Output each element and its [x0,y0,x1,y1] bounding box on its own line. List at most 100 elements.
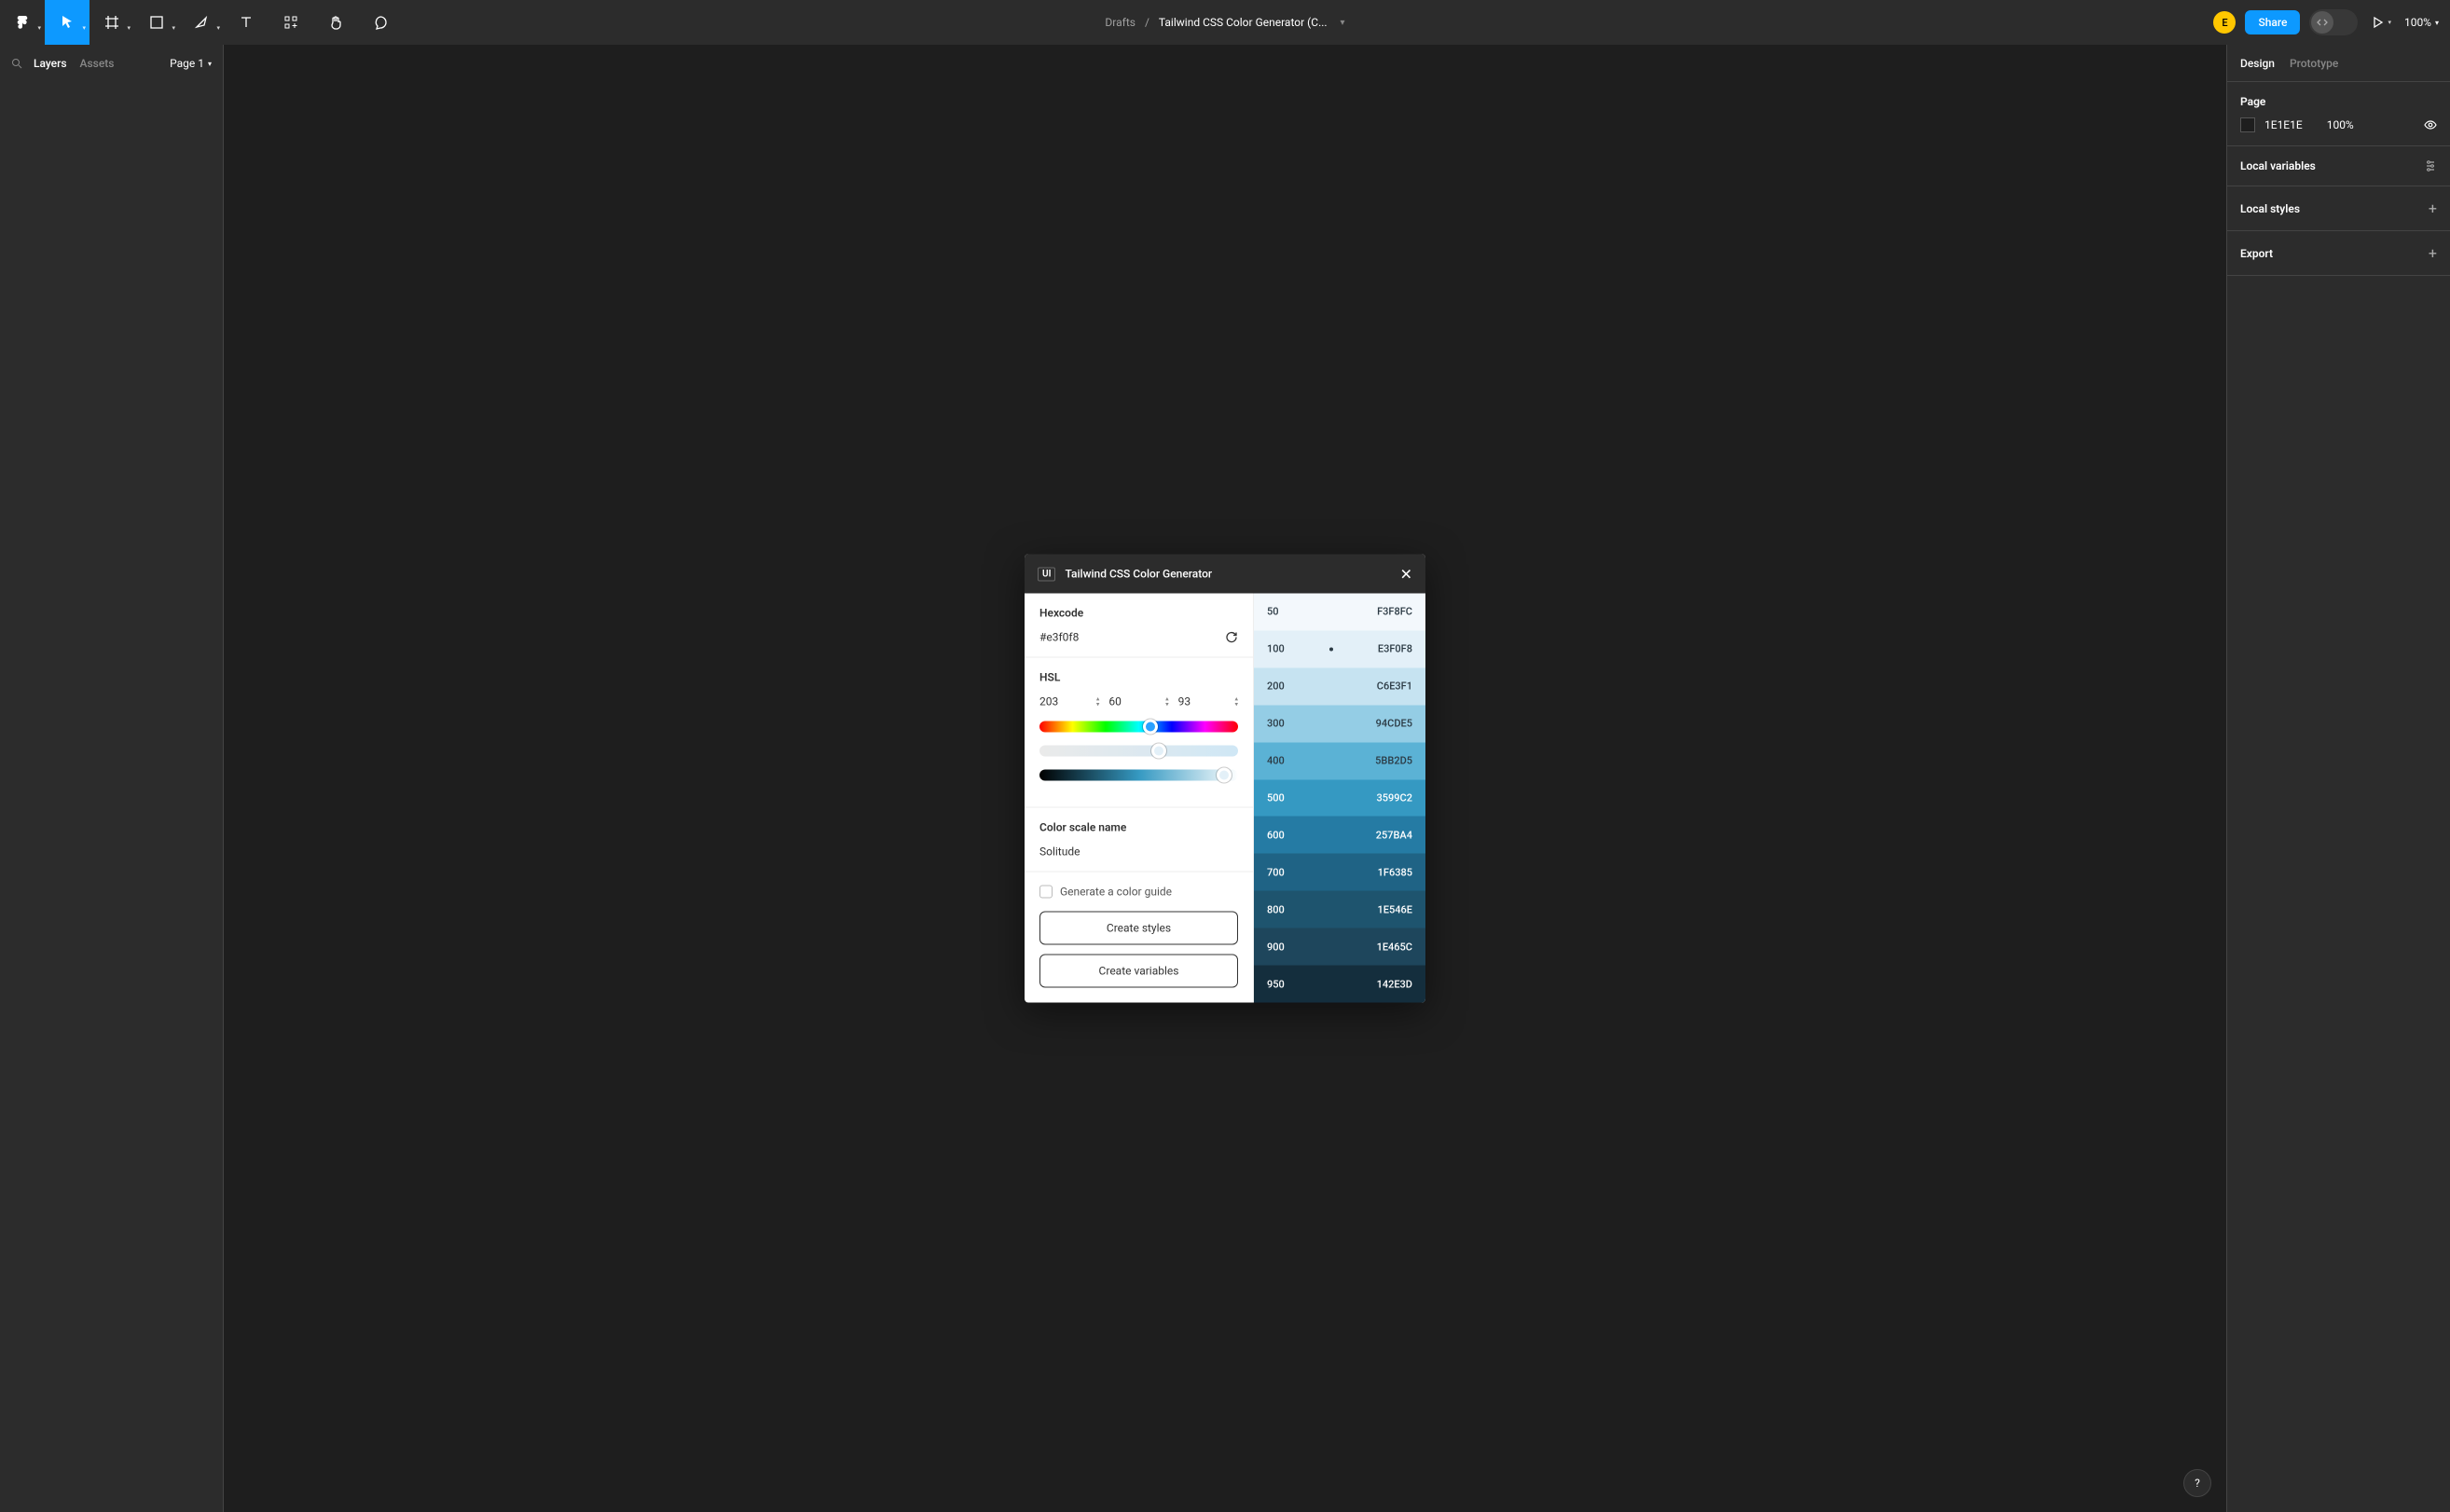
chevron-down-icon: ▾ [37,24,41,32]
plugin-dialog: UI Tailwind CSS Color Generator ✕ Hexcod… [1025,555,1425,1003]
generate-guide-label: Generate a color guide [1060,886,1172,899]
text-tool-button[interactable] [224,0,268,45]
zoom-dropdown[interactable]: 100% ▾ [2404,16,2439,29]
cursor-icon [60,15,75,30]
scale-hex: 94CDE5 [1376,718,1412,730]
hue-slider[interactable] [1039,722,1238,733]
color-scale: 50 F3F8FC 100 E3F0F8 200 C6E3F1 300 94CDE5 4005B… [1254,594,1425,1003]
scale-row-50[interactable]: 50 F3F8FC [1254,594,1425,631]
scale-hex: 1E465C [1377,941,1412,953]
chevron-down-icon: ▾ [208,60,212,68]
resources-button[interactable] [268,0,313,45]
present-button[interactable]: ▾ [2367,0,2395,45]
chevron-down-icon[interactable]: ▾ [1341,18,1345,28]
search-icon[interactable] [11,58,22,69]
checkbox-icon [1039,886,1053,899]
canvas[interactable]: UI Tailwind CSS Color Generator ✕ Hexcod… [224,45,2226,1512]
main-menu-button[interactable]: ▾ [0,0,45,45]
hue-input[interactable]: 203▴▾ [1039,695,1099,708]
scale-row-900[interactable]: 900 1E465C [1254,928,1425,966]
scale-row-700[interactable]: 7001F6385 [1254,854,1425,891]
saturation-slider[interactable] [1039,746,1238,757]
chevron-down-icon: ▾ [82,24,86,32]
scale-row-300[interactable]: 300 94CDE5 [1254,705,1425,742]
file-title[interactable]: Tailwind CSS Color Generator (C... [1159,16,1328,29]
plugin-title: Tailwind CSS Color Generator [1065,568,1212,581]
settings-icon[interactable] [2424,159,2437,172]
zoom-value: 100% [2404,16,2431,29]
dev-mode-toggle[interactable] [2309,9,2358,35]
play-icon [2371,16,2384,29]
hexcode-label: Hexcode [1039,607,1238,620]
close-icon[interactable]: ✕ [1400,565,1412,583]
plugin-header[interactable]: UI Tailwind CSS Color Generator ✕ [1025,555,1425,594]
scale-row-950[interactable]: 950142E3D [1254,966,1425,1003]
scale-hex: E3F0F8 [1378,643,1412,655]
avatar[interactable]: E [2213,11,2236,34]
page-selector-label: Page 1 [170,57,204,70]
scale-step: 50 [1267,606,1279,618]
frame-tool-button[interactable]: ▾ [89,0,134,45]
local-variables-title: Local variables [2240,159,2316,172]
scale-row-500[interactable]: 5003599C2 [1254,779,1425,817]
tab-prototype[interactable]: Prototype [2290,57,2338,70]
pen-tool-button[interactable]: ▾ [179,0,224,45]
stepper-icon[interactable]: ▴▾ [1234,696,1238,708]
hexcode-input[interactable]: #e3f0f8 [1039,631,1079,644]
generate-guide-checkbox[interactable]: Generate a color guide [1039,886,1238,899]
pen-icon [194,15,209,30]
scale-step: 500 [1267,791,1285,804]
saturation-input[interactable]: 60▴▾ [1108,695,1168,708]
page-selector[interactable]: Page 1 ▾ [170,57,212,70]
code-icon [2311,11,2333,34]
refresh-icon[interactable] [1225,631,1238,644]
chevron-down-icon: ▾ [127,24,131,32]
page-color-hex[interactable]: 1E1E1E [2264,118,2303,131]
scale-row-200[interactable]: 200 C6E3F1 [1254,667,1425,705]
scale-row-600[interactable]: 600257BA4 [1254,817,1425,854]
scale-hex: 1E546E [1378,903,1412,915]
create-variables-button[interactable]: Create variables [1039,955,1238,988]
move-tool-button[interactable]: ▾ [45,0,89,45]
scale-step: 100 [1267,643,1285,655]
tab-design[interactable]: Design [2240,57,2275,70]
scale-step: 800 [1267,903,1285,915]
scale-step: 200 [1267,680,1285,693]
stepper-icon[interactable]: ▴▾ [1165,696,1169,708]
scale-hex: C6E3F1 [1377,680,1412,693]
page-section-title: Page [2240,95,2437,108]
lightness-input[interactable]: 93▴▾ [1178,695,1238,708]
hand-tool-button[interactable] [313,0,358,45]
scale-step: 600 [1267,829,1285,841]
color-swatch[interactable] [2240,117,2255,132]
scale-name-input[interactable]: Solitude [1039,845,1238,859]
breadcrumb[interactable]: Drafts / Tailwind CSS Color Generator (C… [1105,16,1344,29]
scale-hex: 5BB2D5 [1375,755,1412,767]
tab-assets[interactable]: Assets [80,57,115,70]
page-background-color[interactable]: 1E1E1E 100% [2240,117,2437,132]
plus-icon[interactable]: + [2429,199,2437,217]
export-title: Export [2240,247,2273,260]
stepper-icon[interactable]: ▴▾ [1096,696,1100,708]
visibility-icon[interactable] [2424,118,2437,131]
frame-icon [104,15,119,30]
scale-step: 900 [1267,941,1285,953]
breadcrumb-parent[interactable]: Drafts [1105,16,1136,29]
chevron-down-icon: ▾ [2435,19,2439,27]
create-styles-button[interactable]: Create styles [1039,912,1238,945]
scale-hex: F3F8FC [1377,606,1412,618]
scale-row-800[interactable]: 800 1E546E [1254,891,1425,928]
breadcrumb-separator: / [1145,16,1149,29]
tab-layers[interactable]: Layers [34,57,67,70]
scale-step: 300 [1267,718,1285,730]
help-button[interactable]: ? [2183,1469,2211,1497]
page-color-opacity[interactable]: 100% [2327,118,2354,131]
plus-icon[interactable]: + [2429,244,2437,262]
comment-tool-button[interactable] [358,0,403,45]
scale-row-100[interactable]: 100 E3F0F8 [1254,630,1425,667]
share-button[interactable]: Share [2245,10,2300,34]
hand-icon [328,15,343,30]
shape-tool-button[interactable]: ▾ [134,0,179,45]
scale-row-400[interactable]: 4005BB2D5 [1254,742,1425,779]
lightness-slider[interactable] [1039,770,1238,781]
